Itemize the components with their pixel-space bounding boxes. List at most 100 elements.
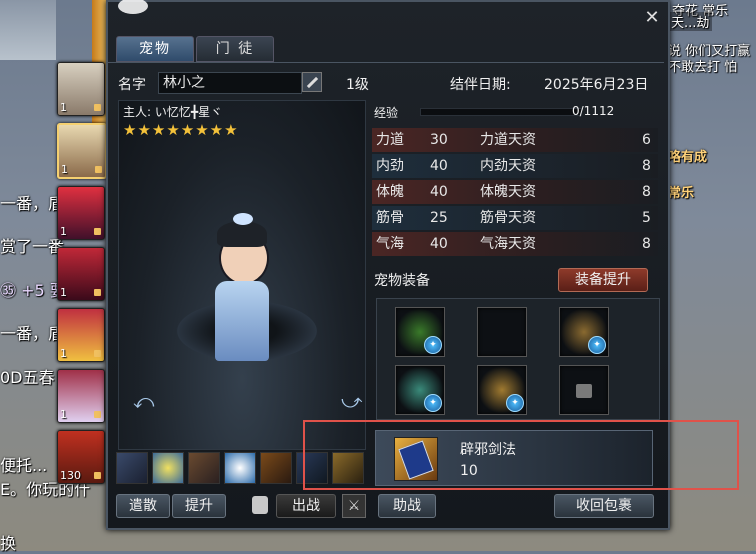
chat-line: 赏了一番 bbox=[0, 237, 65, 256]
talent-value: 8 bbox=[642, 158, 651, 174]
lock-icon[interactable] bbox=[252, 496, 268, 514]
lock-icon bbox=[94, 289, 101, 296]
exp-value: 0/1112 bbox=[572, 104, 615, 118]
pet-slot[interactable]: 1 bbox=[57, 62, 105, 116]
chat-line: 换 bbox=[0, 534, 17, 553]
lock-icon bbox=[94, 411, 101, 418]
stat-value: 25 bbox=[430, 210, 448, 226]
equip-slot-empty[interactable] bbox=[477, 307, 527, 357]
talent-value: 6 bbox=[642, 132, 651, 148]
talent-name: 内劲天资 bbox=[480, 158, 536, 174]
stat-name: 内劲 bbox=[376, 158, 404, 174]
scene-backdrop bbox=[0, 0, 56, 60]
close-icon[interactable]: ✕ bbox=[642, 8, 662, 28]
lock-icon bbox=[94, 228, 101, 235]
exp-label: 经验 bbox=[374, 106, 399, 120]
pet-slot[interactable]: 1 bbox=[57, 369, 105, 423]
rotate-left-icon[interactable]: ⤺ bbox=[133, 389, 154, 413]
chat-line: 0D五春 bbox=[0, 368, 55, 387]
name-label: 名字 bbox=[118, 77, 146, 93]
talent-value: 8 bbox=[642, 236, 651, 252]
talent-name: 力道天资 bbox=[480, 132, 536, 148]
bond-date-value: 2025年6月23日 bbox=[544, 77, 649, 93]
right-chat-line: 天...劫 bbox=[668, 12, 713, 31]
owner-label: 主人: い忆忆╋星ヾ bbox=[123, 105, 223, 119]
guild-name: 咯有成 bbox=[668, 150, 708, 165]
star-rating: ★★★★★★★★ bbox=[123, 121, 239, 139]
pet-slot[interactable]: 1 bbox=[57, 308, 105, 362]
talent-name: 筋骨天资 bbox=[480, 210, 536, 226]
edit-icon[interactable] bbox=[302, 72, 322, 92]
swords-icon[interactable]: ⚔ bbox=[342, 494, 366, 518]
equip-upgrade-button[interactable]: 装备提升 bbox=[558, 268, 648, 292]
battle-button[interactable]: 出战 bbox=[276, 494, 336, 518]
pet-slot[interactable]: 1 bbox=[57, 123, 107, 179]
pet-level: 1 bbox=[61, 163, 68, 176]
chat-line: 一番，盾 bbox=[0, 324, 65, 343]
stat-value: 40 bbox=[430, 236, 448, 252]
pet-level: 130 bbox=[60, 469, 81, 482]
stat-row: 体魄 40 体魄天资 8 bbox=[372, 180, 658, 204]
talent-value: 8 bbox=[642, 184, 651, 200]
paw-icon: ✦ bbox=[424, 394, 442, 412]
right-chat-line: 不敢去打 怕 bbox=[668, 60, 738, 75]
skill-icon[interactable] bbox=[152, 452, 184, 484]
stat-name: 力道 bbox=[376, 132, 404, 148]
skill-icon[interactable] bbox=[224, 452, 256, 484]
chat-line: 便托... bbox=[0, 456, 48, 475]
equip-slot-orb[interactable]: ✦ bbox=[395, 307, 445, 357]
lock-icon bbox=[95, 166, 102, 173]
talent-name: 体魄天资 bbox=[480, 184, 536, 200]
release-button[interactable]: 遣散 bbox=[116, 494, 170, 518]
upgrade-button[interactable]: 提升 bbox=[172, 494, 226, 518]
paw-icon: ✦ bbox=[588, 336, 606, 354]
equip-slot-locked bbox=[559, 365, 609, 415]
stat-name: 筋骨 bbox=[376, 210, 404, 226]
highlight-box bbox=[303, 420, 739, 490]
tab-disciple[interactable]: 门 徒 bbox=[196, 36, 274, 62]
equipment-grid: ✦ ✦ ✦ ✦ bbox=[376, 298, 660, 420]
lock-icon bbox=[94, 472, 101, 479]
pet-level: 1 bbox=[60, 286, 67, 299]
talent-name: 气海天资 bbox=[480, 236, 536, 252]
pet-list: 1 1 1 1 1 1 130 bbox=[57, 62, 107, 491]
name-field[interactable]: 林小之 bbox=[158, 72, 302, 94]
pet-character-body bbox=[215, 281, 269, 361]
chat-line: 一番，盾 bbox=[0, 194, 65, 213]
stat-name: 气海 bbox=[376, 236, 404, 252]
talent-value: 5 bbox=[642, 210, 651, 226]
equip-slot-armor[interactable]: ✦ bbox=[395, 365, 445, 415]
equip-slot-bracelet[interactable]: ✦ bbox=[559, 307, 609, 357]
bond-date-label: 结伴日期: bbox=[450, 77, 511, 93]
stat-value: 40 bbox=[430, 158, 448, 174]
pet-level-label: 1级 bbox=[346, 77, 369, 93]
paw-icon: ✦ bbox=[506, 394, 524, 412]
pet-slot[interactable]: 1 bbox=[57, 247, 105, 301]
pet-character-crown bbox=[233, 213, 253, 225]
skill-icon[interactable] bbox=[260, 452, 292, 484]
lock-icon bbox=[94, 350, 101, 357]
equip-title: 宠物装备 bbox=[374, 273, 430, 289]
tab-pet[interactable]: 宠物 bbox=[116, 36, 194, 62]
pet-level: 1 bbox=[60, 225, 67, 238]
pet-slot[interactable]: 1 bbox=[57, 186, 105, 240]
paw-emblem-icon bbox=[118, 0, 148, 14]
stat-row: 力道 30 力道天资 6 bbox=[372, 128, 658, 152]
recall-bag-button[interactable]: 收回包裹 bbox=[554, 494, 654, 518]
pet-slot[interactable]: 130 bbox=[57, 430, 105, 484]
rotate-right-icon[interactable]: ⤻ bbox=[341, 389, 362, 413]
lock-icon bbox=[576, 384, 592, 398]
stat-name: 体魄 bbox=[376, 184, 404, 200]
assist-button[interactable]: 助战 bbox=[378, 494, 436, 518]
skill-icon[interactable] bbox=[116, 452, 148, 484]
pet-level: 1 bbox=[60, 101, 67, 114]
stat-row: 筋骨 25 筋骨天资 5 bbox=[372, 206, 658, 230]
pet-portrait-panel: 主人: い忆忆╋星ヾ ★★★★★★★★ ⤺ ⤻ bbox=[118, 100, 366, 450]
stat-value: 40 bbox=[430, 184, 448, 200]
stat-row: 气海 40 气海天资 8 bbox=[372, 232, 658, 256]
tab-divider bbox=[108, 62, 664, 63]
equip-slot-ring[interactable]: ✦ bbox=[477, 365, 527, 415]
pet-level: 1 bbox=[60, 408, 67, 421]
skill-icon[interactable] bbox=[188, 452, 220, 484]
pet-level: 1 bbox=[60, 347, 67, 360]
